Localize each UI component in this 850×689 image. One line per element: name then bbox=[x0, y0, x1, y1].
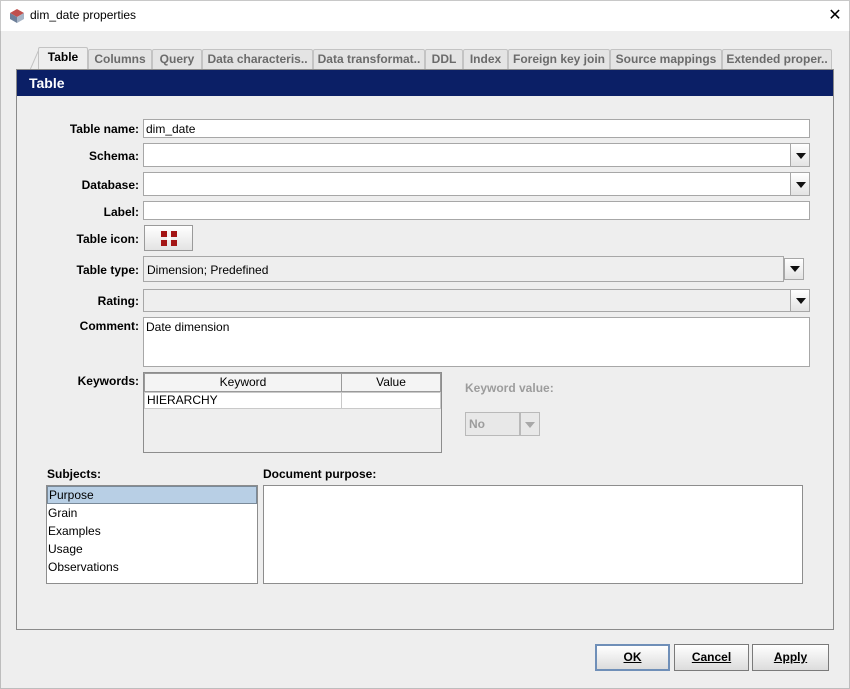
chevron-down-icon bbox=[525, 422, 535, 428]
chevron-down-icon bbox=[790, 266, 800, 272]
list-item[interactable]: Usage bbox=[47, 540, 257, 558]
tab-data-characteristics[interactable]: Data characteris.. bbox=[202, 49, 313, 69]
chevron-down-icon bbox=[796, 298, 806, 304]
app-logo-icon bbox=[10, 9, 24, 23]
list-item[interactable]: Purpose bbox=[47, 486, 257, 504]
value-cell[interactable] bbox=[341, 392, 441, 409]
database-dropdown-button[interactable] bbox=[790, 172, 810, 196]
subjects-label: Subjects: bbox=[47, 467, 102, 481]
keywords-label: Keywords: bbox=[77, 374, 139, 388]
keyword-value-combo: No bbox=[465, 412, 520, 436]
tab-extended-properties[interactable]: Extended proper.. bbox=[722, 49, 832, 69]
tab-data-transformation[interactable]: Data transformat.. bbox=[313, 49, 425, 69]
keyword-value-dropdown-button bbox=[520, 412, 540, 436]
tab-columns[interactable]: Columns bbox=[88, 49, 152, 69]
apply-button[interactable]: Apply bbox=[752, 644, 829, 671]
tab-foreign-key-join[interactable]: Foreign key join bbox=[508, 49, 610, 69]
rating-dropdown-button[interactable] bbox=[790, 289, 810, 312]
close-icon[interactable]: ✕ bbox=[826, 6, 844, 24]
table-name-label: Table name: bbox=[69, 122, 139, 136]
tab-query[interactable]: Query bbox=[152, 49, 202, 69]
rating-combo[interactable] bbox=[143, 289, 791, 312]
schema-label: Schema: bbox=[88, 149, 139, 163]
table-type-dropdown-button[interactable] bbox=[784, 258, 804, 280]
keyword-column-header[interactable]: Keyword bbox=[144, 373, 342, 392]
label-input[interactable] bbox=[143, 201, 810, 220]
tab-ddl[interactable]: DDL bbox=[425, 49, 463, 69]
keyword-cell[interactable]: HIERARCHY bbox=[144, 392, 342, 409]
list-item[interactable]: Examples bbox=[47, 522, 257, 540]
cancel-button[interactable]: Cancel bbox=[674, 644, 749, 671]
window-title: dim_date properties bbox=[30, 8, 137, 22]
schema-combo[interactable] bbox=[143, 143, 791, 167]
table-icon-label: Table icon: bbox=[76, 232, 139, 246]
keyword-value-label: Keyword value: bbox=[465, 381, 554, 395]
table-type-label: Table type: bbox=[76, 263, 139, 277]
ok-button[interactable]: OK bbox=[595, 644, 670, 671]
tab-index[interactable]: Index bbox=[463, 49, 508, 69]
document-purpose-textarea[interactable] bbox=[263, 485, 803, 584]
database-label: Database: bbox=[81, 178, 139, 192]
list-item[interactable]: Observations bbox=[47, 558, 257, 576]
rating-label: Rating: bbox=[97, 294, 139, 308]
chevron-down-icon bbox=[796, 153, 806, 159]
tab-source-mappings[interactable]: Source mappings bbox=[610, 49, 722, 69]
dimension-table-icon bbox=[161, 231, 177, 246]
table-icon-button[interactable] bbox=[144, 225, 193, 251]
database-combo[interactable] bbox=[143, 172, 791, 196]
comment-label: Comment: bbox=[79, 319, 139, 333]
table-type-combo[interactable]: Dimension; Predefined bbox=[143, 256, 784, 282]
schema-dropdown-button[interactable] bbox=[790, 143, 810, 167]
list-item[interactable]: Grain bbox=[47, 504, 257, 522]
tab-table[interactable]: Table bbox=[38, 47, 88, 70]
value-column-header[interactable]: Value bbox=[341, 373, 441, 392]
chevron-down-icon bbox=[796, 182, 806, 188]
document-purpose-label: Document purpose: bbox=[263, 467, 377, 481]
label-field-label: Label: bbox=[103, 205, 139, 219]
table-name-input[interactable]: dim_date bbox=[143, 119, 810, 138]
comment-textarea[interactable]: Date dimension bbox=[143, 317, 810, 367]
panel-header: Table bbox=[17, 70, 833, 96]
